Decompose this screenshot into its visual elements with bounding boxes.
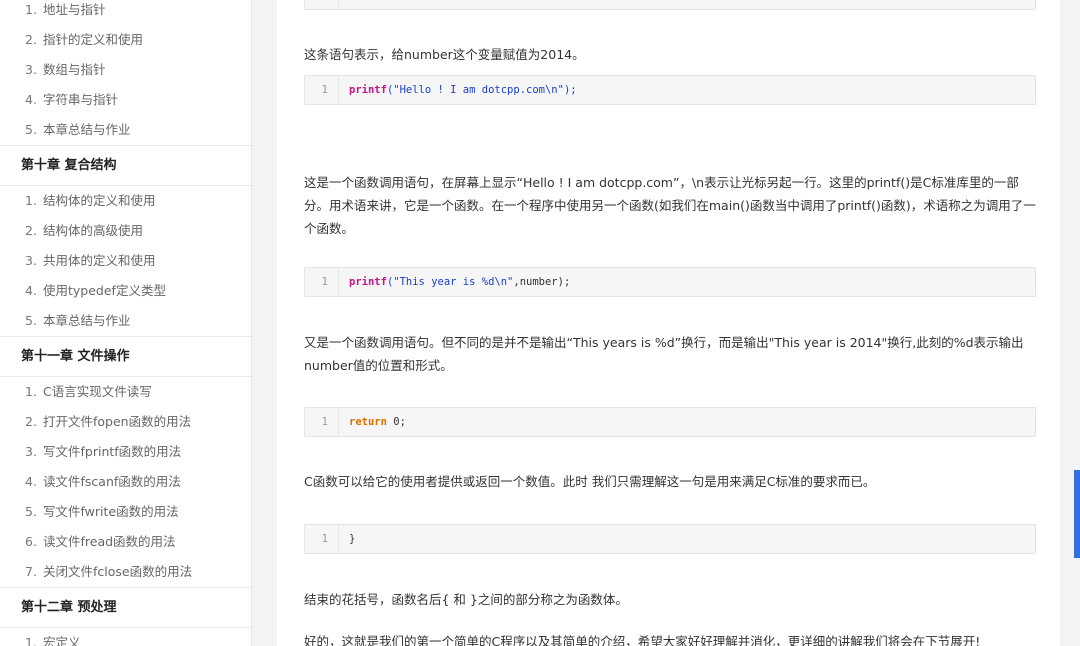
- toc-item[interactable]: 2. 结构体的高级使用: [0, 216, 251, 246]
- toc-item-label: 本章总结与作业: [43, 122, 131, 137]
- toc-list: 1. 地址与指针 2. 指针的定义和使用 3. 数组与指针 4. 字符串与指针 5. 本章总结与作…: [0, 0, 251, 646]
- toc-item[interactable]: 1. 地址与指针: [0, 0, 251, 25]
- toc-item[interactable]: 5. 写文件fwrite函数的用法: [0, 497, 251, 527]
- toc-item-number: 4.: [25, 283, 37, 298]
- paragraph: 结束的花括号，函数名后{ 和 }之间的部分称之为函数体。: [304, 592, 628, 607]
- line-number: 1: [305, 525, 339, 553]
- toc-item-label: 指针的定义和使用: [43, 32, 144, 47]
- toc-item-number: 3.: [25, 253, 37, 268]
- toc-item-number: 1.: [25, 2, 37, 17]
- toc-item[interactable]: 5. 本章总结与作业: [0, 115, 251, 145]
- toc-item[interactable]: 1. 宏定义: [0, 628, 251, 646]
- code-block: 1 return 0;: [304, 407, 1036, 437]
- code-line: return 0;: [349, 416, 406, 428]
- toc-item[interactable]: 4. 使用typedef定义类型: [0, 276, 251, 306]
- toc-chapter-heading[interactable]: 第十二章 预处理: [0, 587, 251, 628]
- scroll-indicator[interactable]: [1074, 470, 1080, 558]
- toc-item[interactable]: 1. 结构体的定义和使用: [0, 186, 251, 216]
- toc-item-label: 字符串与指针: [43, 92, 119, 107]
- toc-item-label: 共用体的定义和使用: [43, 253, 156, 268]
- toc-item-number: 2.: [25, 223, 37, 238]
- toc-item-number: 4.: [25, 474, 37, 489]
- code-block-partial: [304, 0, 1036, 10]
- line-number: 1: [305, 408, 339, 436]
- toc-item-number: 2.: [25, 414, 37, 429]
- code-line: }: [349, 533, 356, 545]
- toc-item-label: 打开文件fopen函数的用法: [43, 414, 192, 429]
- toc-item-label: 使用typedef定义类型: [43, 283, 166, 298]
- toc-item[interactable]: 6. 读文件fread函数的用法: [0, 527, 251, 557]
- toc-item-label: 数组与指针: [43, 62, 106, 77]
- toc-item-label: C语言实现文件读写: [43, 384, 152, 399]
- toc-item[interactable]: 1. C语言实现文件读写: [0, 377, 251, 407]
- toc-item[interactable]: 2. 打开文件fopen函数的用法: [0, 407, 251, 437]
- toc-item-label: 读文件fread函数的用法: [43, 534, 176, 549]
- toc-item-number: 7.: [25, 564, 37, 579]
- paragraph: 这条语句表示，给number这个变量赋值为2014。: [304, 47, 585, 62]
- code-line: printf("This year is %d\n",number);: [349, 276, 571, 288]
- toc-item-label: 读文件fscanf函数的用法: [43, 474, 181, 489]
- sidebar-toc: 1. 地址与指针 2. 指针的定义和使用 3. 数组与指针 4. 字符串与指针 5. 本章总结与作…: [0, 0, 252, 646]
- toc-item-label: 地址与指针: [43, 2, 106, 17]
- toc-item[interactable]: 5. 本章总结与作业: [0, 306, 251, 336]
- toc-item-number: 2.: [25, 32, 37, 47]
- toc-item-label: 结构体的高级使用: [43, 223, 144, 238]
- toc-chapter-heading[interactable]: 第十章 复合结构: [0, 145, 251, 186]
- toc-item-label: 本章总结与作业: [43, 313, 131, 328]
- toc-item-number: 5.: [25, 313, 37, 328]
- code-block: 1 printf("This year is %d\n",number);: [304, 267, 1036, 297]
- toc-item-number: 5.: [25, 122, 37, 137]
- line-number: 1: [305, 268, 339, 296]
- toc-item-label: 写文件fprintf函数的用法: [43, 444, 182, 459]
- toc-item-number: 3.: [25, 444, 37, 459]
- toc-item-number: 1.: [25, 193, 37, 208]
- toc-item-number: 1.: [25, 384, 37, 399]
- toc-item[interactable]: 3. 共用体的定义和使用: [0, 246, 251, 276]
- toc-item[interactable]: 3. 写文件fprintf函数的用法: [0, 437, 251, 467]
- toc-item-label: 写文件fwrite函数的用法: [43, 504, 179, 519]
- article-content: 这条语句表示，给number这个变量赋值为2014。 1 printf("Hel…: [277, 0, 1060, 646]
- toc-item-label: 宏定义: [43, 635, 81, 646]
- paragraph: 这是一个函数调用语句，在屏幕上显示“Hello ! I am dotcpp.co…: [304, 175, 1036, 236]
- toc-item-label: 关闭文件fclose函数的用法: [43, 564, 193, 579]
- paragraph: 好的，这就是我们的第一个简单的C程序以及其简单的介绍，希望大家好好理解并消化，更…: [304, 634, 981, 646]
- toc-item-number: 1.: [25, 635, 37, 646]
- toc-item[interactable]: 4. 读文件fscanf函数的用法: [0, 467, 251, 497]
- toc-item-label: 结构体的定义和使用: [43, 193, 156, 208]
- code-block: 1 }: [304, 524, 1036, 554]
- toc-item-number: 6.: [25, 534, 37, 549]
- toc-item-number: 5.: [25, 504, 37, 519]
- toc-item-number: 4.: [25, 92, 37, 107]
- toc-item[interactable]: 2. 指针的定义和使用: [0, 25, 251, 55]
- toc-item[interactable]: 7. 关闭文件fclose函数的用法: [0, 557, 251, 587]
- toc-item[interactable]: 3. 数组与指针: [0, 55, 251, 85]
- code-line: printf("Hello ! I am dotcpp.com\n");: [349, 84, 577, 96]
- paragraph: 又是一个函数调用语句。但不同的是并不是输出“This years is %d”换…: [304, 335, 1024, 373]
- toc-item-number: 3.: [25, 62, 37, 77]
- code-block: 1 printf("Hello ! I am dotcpp.com\n");: [304, 75, 1036, 105]
- line-number: 1: [305, 76, 339, 104]
- toc-item[interactable]: 4. 字符串与指针: [0, 85, 251, 115]
- toc-chapter-heading[interactable]: 第十一章 文件操作: [0, 336, 251, 377]
- paragraph: C函数可以给它的使用者提供或返回一个数值。此时 我们只需理解这一句是用来满足C标…: [304, 474, 876, 489]
